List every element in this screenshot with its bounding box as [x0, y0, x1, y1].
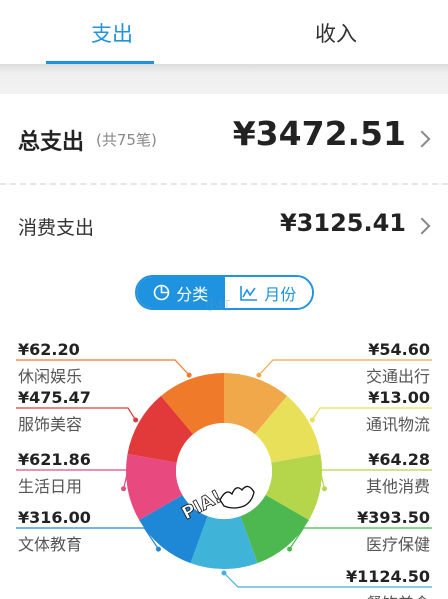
total-expense-label: 总支出 — [18, 130, 85, 155]
total-count-label: (共75笔) — [96, 131, 157, 149]
leader-dot — [309, 417, 315, 423]
month-view-button[interactable]: 月份 — [224, 277, 312, 308]
leader-dot — [321, 486, 327, 492]
line-chart-icon — [240, 285, 258, 301]
tab-income[interactable]: 收入 — [224, 0, 448, 64]
slice-value-label: ¥475.47 — [18, 388, 91, 407]
consumption-expense-row[interactable]: 消费支出 ¥3125.41 — [0, 195, 448, 255]
expense-donut-chart: ¥54.60 交通出行 ¥13.00 通讯物流 ¥64.28 其他消费 ¥393.50 医疗保… — [16, 340, 432, 599]
leader-dot — [133, 417, 139, 423]
tab-bar: 支出 收入 — [0, 0, 448, 64]
slice-value-label: ¥316.00 — [18, 508, 91, 527]
slice-category-label: 交通出行 — [366, 367, 430, 386]
slice-category-label: 餐饮美食 — [366, 594, 430, 599]
slice-category-label: 通讯物流 — [366, 415, 430, 434]
slice-category-label: 生活日用 — [18, 477, 82, 496]
leader-dot — [221, 570, 227, 576]
leader-dot — [287, 546, 293, 552]
category-view-label: 分类 — [176, 284, 209, 304]
section-divider — [0, 64, 448, 94]
consumption-expense-label: 消费支出 — [18, 217, 95, 239]
month-view-label: 月份 — [264, 284, 297, 304]
total-expense-amount: ¥3472.51 — [232, 114, 406, 153]
slice-category-label: 医疗保健 — [366, 535, 430, 554]
total-expense-row[interactable]: 总支出 (共75笔) ¥3472.51 — [0, 94, 448, 184]
slice-value-label: ¥13.00 — [368, 388, 430, 407]
consumption-expense-amount: ¥3125.41 — [279, 209, 406, 237]
slice-category-label: 文体教育 — [18, 535, 82, 554]
pie-chart-icon — [153, 284, 170, 301]
slice-value-label: ¥1124.50 — [346, 567, 430, 586]
leader-dot — [155, 546, 161, 552]
chevron-right-icon — [413, 130, 431, 148]
leader-dot — [121, 486, 127, 492]
dashed-divider — [0, 183, 448, 185]
slice-value-label: ¥62.20 — [18, 340, 80, 359]
slice-value-label: ¥393.50 — [357, 508, 430, 527]
watermark: 小红 — [205, 299, 232, 314]
leader-dot — [256, 372, 262, 378]
chevron-right-icon — [413, 217, 431, 235]
slice-category-label: 其他消费 — [366, 477, 430, 496]
slice-category-label: 服饰美容 — [18, 415, 82, 434]
tab-expense[interactable]: 支出 — [0, 0, 224, 64]
slice-value-label: ¥621.86 — [18, 450, 91, 469]
slice-category-label: 休闲娱乐 — [18, 367, 82, 386]
slice-value-label: ¥54.60 — [368, 340, 430, 359]
leader-dot — [186, 372, 192, 378]
slice-value-label: ¥64.28 — [368, 450, 430, 469]
